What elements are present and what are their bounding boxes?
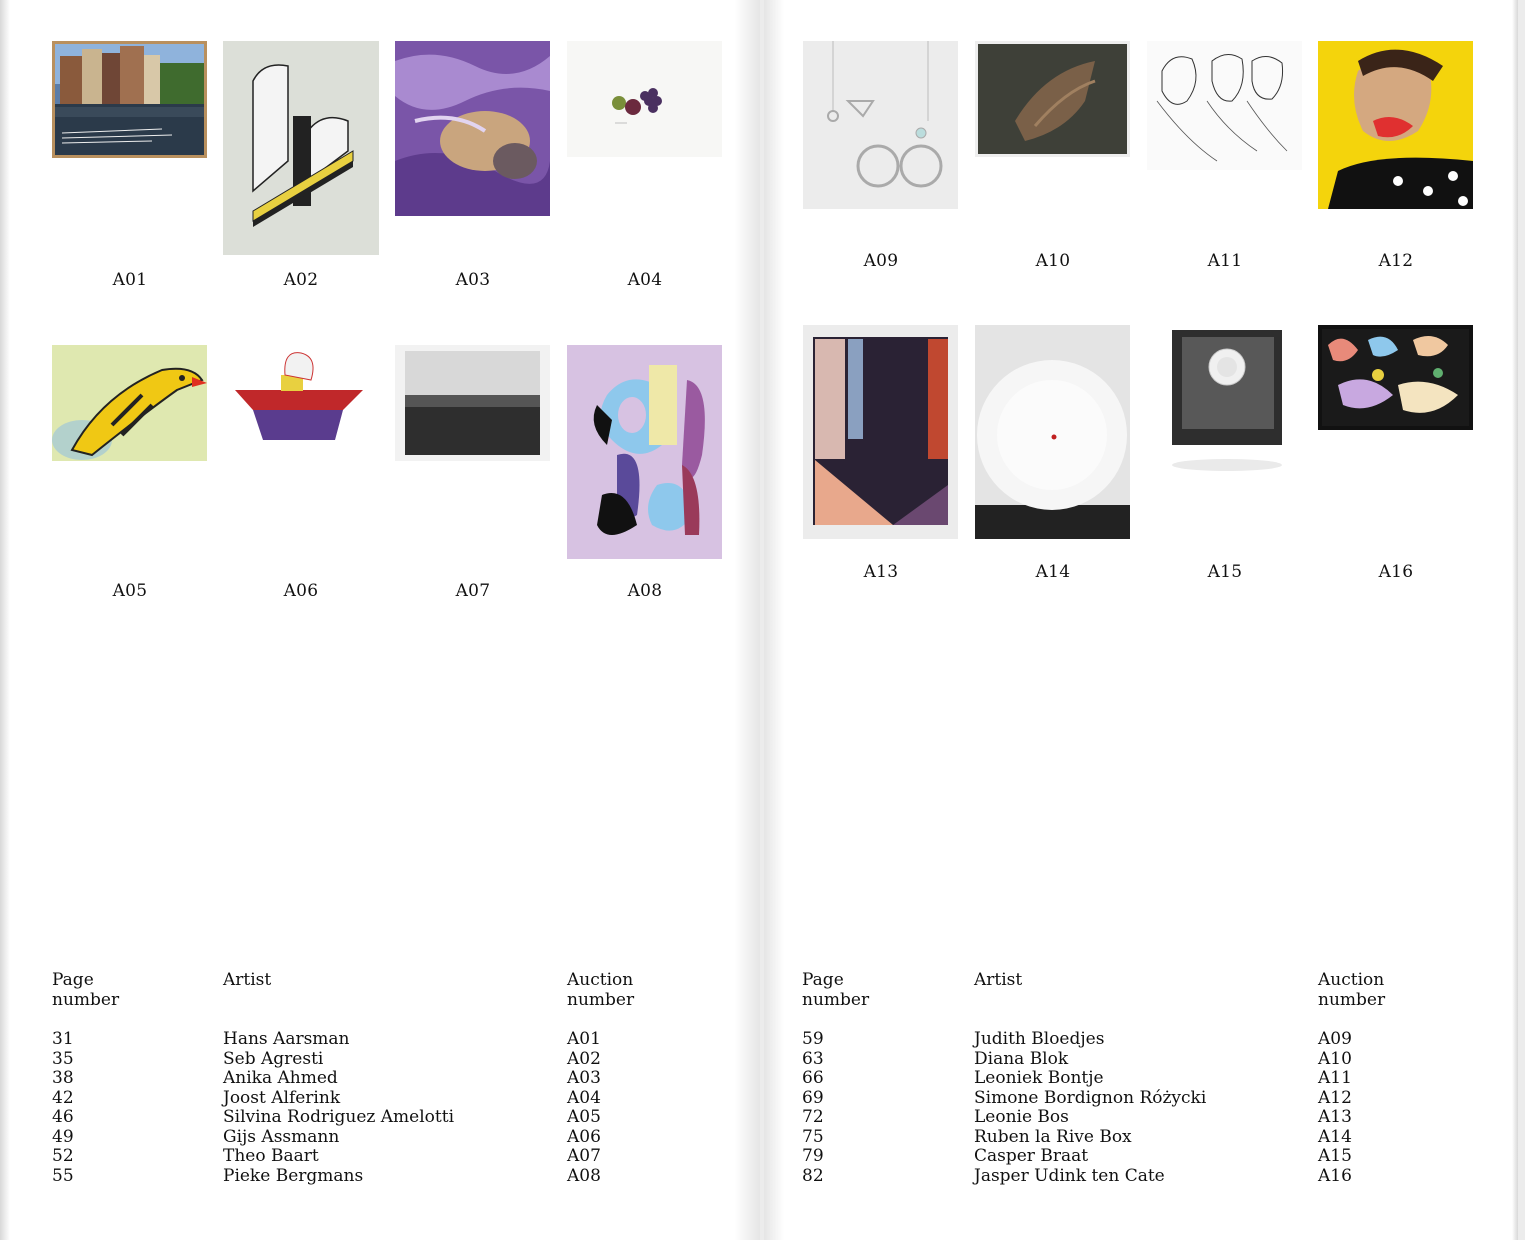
artwork-a01-code: A01: [112, 270, 148, 290]
artwork-a13-code: A13: [863, 562, 899, 582]
artwork-a09-image[interactable]: [803, 41, 958, 209]
artwork-a12-code: A12: [1378, 251, 1414, 271]
column-header-artist: Artist: [974, 970, 1023, 990]
artwork-a10-image[interactable]: [975, 41, 1130, 157]
artwork-a04-image[interactable]: [567, 41, 722, 157]
artwork-a02-image[interactable]: [223, 41, 379, 255]
artwork-a15-code: A15: [1207, 562, 1243, 582]
artwork-a03-image[interactable]: [395, 41, 550, 216]
column-header-auction-number: Auction number: [567, 970, 635, 1010]
artwork-a02-code: A02: [283, 270, 319, 290]
artwork-a14-image[interactable]: [975, 325, 1130, 539]
artwork-a12-image[interactable]: [1318, 41, 1473, 209]
artwork-a05-code: A05: [112, 581, 148, 601]
artwork-a16-code: A16: [1378, 562, 1414, 582]
artwork-a14-code: A14: [1035, 562, 1071, 582]
artwork-a06-code: A06: [283, 581, 319, 601]
artwork-a07-image[interactable]: [395, 345, 550, 461]
catalogue-spread: A01 A02 A03 A04 A05 A06 A07 A08 Page num…: [0, 0, 1525, 1240]
artwork-a11-code: A11: [1207, 251, 1243, 271]
artwork-a08-image[interactable]: [567, 345, 722, 559]
artwork-a16-image[interactable]: [1318, 325, 1473, 430]
column-header-page-number: Page number: [802, 970, 870, 1010]
left-page: A01 A02 A03 A04 A05 A06 A07 A08 Page num…: [0, 0, 760, 1240]
artwork-a03-code: A03: [455, 270, 491, 290]
artwork-a07-code: A07: [455, 581, 491, 601]
artwork-a10-code: A10: [1035, 251, 1071, 271]
artwork-a15-image[interactable]: [1147, 325, 1302, 485]
artwork-a04-code: A04: [627, 270, 663, 290]
artwork-a13-image[interactable]: [803, 325, 958, 539]
right-page: A09 A10 A11 A12 A13 A14 A15 A16 Page num…: [764, 0, 1518, 1240]
artwork-a09-code: A09: [863, 251, 899, 271]
column-header-auction-number: Auction number: [1318, 970, 1386, 1010]
artwork-a05-image[interactable]: [52, 345, 207, 461]
artwork-a08-code: A08: [627, 581, 663, 601]
artwork-a11-image[interactable]: [1147, 41, 1302, 170]
column-header-page-number: Page number: [52, 970, 120, 1010]
artwork-a06-image[interactable]: [223, 345, 379, 461]
column-header-artist: Artist: [223, 970, 272, 990]
artwork-a01-image[interactable]: [52, 41, 207, 158]
